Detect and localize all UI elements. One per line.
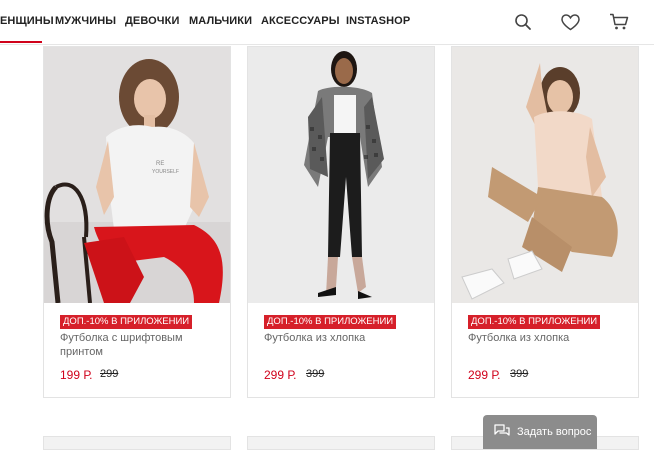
nav-item-instashop[interactable]: INSTASHOP bbox=[346, 15, 410, 27]
product-card[interactable]: ДОП.-10% В ПРИЛОЖЕНИИ Футболка из хлопка… bbox=[451, 46, 639, 398]
product-photo[interactable] bbox=[452, 47, 638, 303]
nav-item-boys[interactable]: МАЛЬЧИКИ bbox=[189, 15, 252, 27]
product-photo[interactable]: RE YOURSELF bbox=[44, 47, 230, 303]
heart-icon[interactable] bbox=[560, 12, 580, 32]
promo-badge: ДОП.-10% В ПРИЛОЖЕНИИ bbox=[60, 315, 193, 329]
product-old-price: 399 bbox=[510, 368, 529, 380]
ask-question-button[interactable]: Задать вопрос bbox=[483, 415, 597, 449]
nav-item-accessories[interactable]: АКСЕССУАРЫ bbox=[261, 15, 340, 27]
top-nav: ЕНЩИНЫ МУЖЧИНЫ ДЕВОЧКИ МАЛЬЧИКИ АКСЕССУА… bbox=[0, 0, 654, 45]
cart-icon[interactable] bbox=[609, 12, 629, 32]
product-card[interactable]: ДОП.-10% В ПРИЛОЖЕНИИ Футболка из хлопка… bbox=[247, 46, 435, 398]
product-card[interactable] bbox=[43, 436, 231, 450]
product-name[interactable]: Футболка с шрифтовым принтом bbox=[60, 331, 210, 359]
nav-item-women[interactable]: ЕНЩИНЫ bbox=[0, 15, 54, 27]
product-card[interactable]: RE YOURSELF ДОП.-10% В ПРИЛОЖЕНИИ Футбол… bbox=[43, 46, 231, 398]
nav-item-men[interactable]: МУЖЧИНЫ bbox=[55, 15, 116, 27]
product-old-price: 399 bbox=[306, 368, 325, 380]
chat-label: Задать вопрос bbox=[517, 426, 592, 438]
promo-badge: ДОП.-10% В ПРИЛОЖЕНИИ bbox=[468, 315, 601, 329]
search-icon[interactable] bbox=[513, 12, 533, 32]
product-card[interactable] bbox=[247, 436, 435, 450]
product-photo[interactable] bbox=[248, 47, 434, 303]
chat-icon bbox=[493, 423, 511, 441]
nav-item-girls[interactable]: ДЕВОЧКИ bbox=[125, 15, 179, 27]
svg-text:RE: RE bbox=[156, 161, 164, 167]
product-price: 299 Р. bbox=[468, 368, 501, 382]
product-name[interactable]: Футболка из хлопка bbox=[264, 331, 414, 345]
product-old-price: 299 bbox=[100, 368, 119, 380]
promo-badge: ДОП.-10% В ПРИЛОЖЕНИИ bbox=[264, 315, 397, 329]
svg-text:YOURSELF: YOURSELF bbox=[152, 169, 179, 175]
active-nav-indicator bbox=[0, 41, 42, 43]
product-name[interactable]: Футболка из хлопка bbox=[468, 331, 618, 345]
product-price: 299 Р. bbox=[264, 368, 297, 382]
product-price: 199 Р. bbox=[60, 368, 93, 382]
